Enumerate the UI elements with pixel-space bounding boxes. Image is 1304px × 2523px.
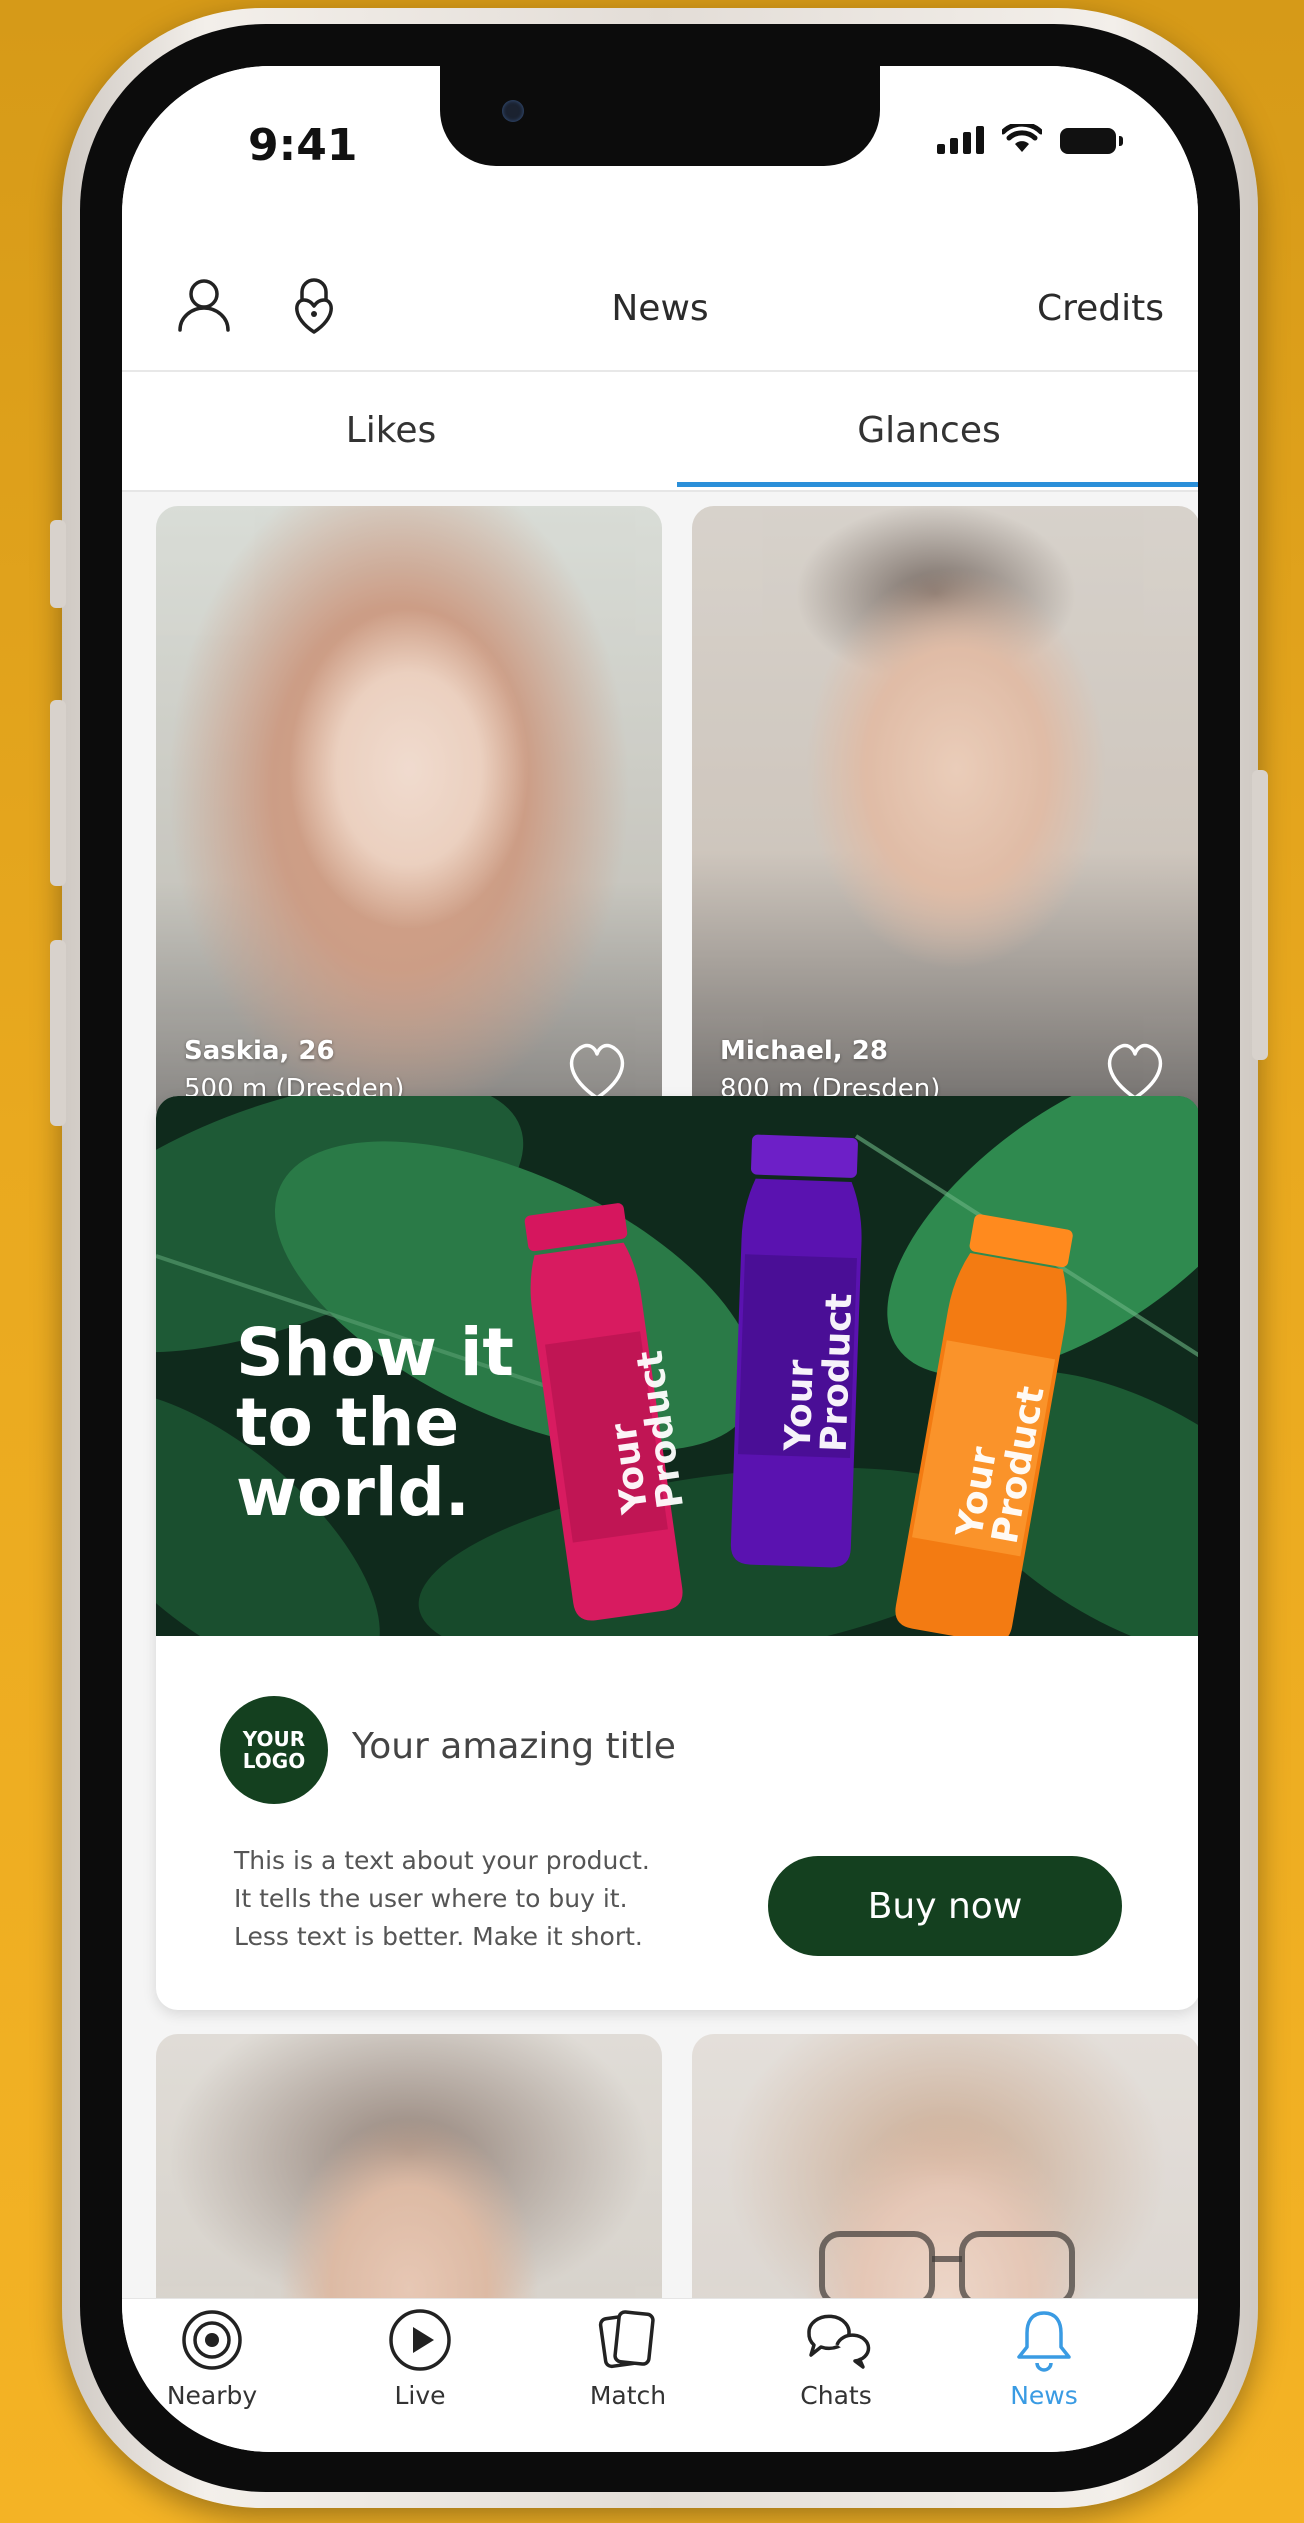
wifi-icon — [1002, 124, 1042, 152]
nav-label: Match — [589, 2381, 667, 2410]
profile-photo — [156, 2034, 662, 2334]
radar-icon — [182, 2310, 242, 2370]
ad-headline: Show it to the world. — [236, 1314, 514, 1531]
bottle-label-purple: Your Product — [777, 1292, 861, 1453]
profile-card-michael[interactable]: Michael, 28 800 m (Dresden) — [692, 506, 1198, 1132]
profile-card-3[interactable] — [156, 2034, 662, 2334]
phone-screen: 9:41 News Credits Likes Glances Saskia, … — [122, 66, 1198, 2452]
phone-power-button — [1252, 770, 1268, 1060]
profile-name: Michael, 28 — [720, 1036, 888, 1066]
app-header: News Credits — [122, 186, 1198, 372]
brand-logo: YOUR LOGO — [220, 1696, 328, 1804]
ad-body-text: This is a text about your product. It te… — [234, 1846, 650, 1951]
credits-link[interactable]: Credits — [1037, 288, 1164, 329]
status-icons — [937, 124, 1123, 154]
tab-likes[interactable]: Likes — [122, 372, 660, 488]
chat-bubbles-icon — [807, 2314, 871, 2369]
active-tab-indicator — [677, 482, 1198, 487]
play-circle-icon — [389, 2309, 451, 2371]
tab-glances[interactable]: Glances — [660, 372, 1198, 488]
ad-banner-image: Your Product Your Product Your Product S… — [156, 1096, 1198, 1636]
cards-icon — [598, 2310, 655, 2369]
tabs: Likes Glances — [122, 372, 1198, 492]
profile-card-4[interactable] — [692, 2034, 1198, 2334]
notch — [440, 66, 880, 166]
heart-icon[interactable] — [562, 1040, 632, 1102]
nav-news[interactable]: News — [954, 2305, 1134, 2410]
phone-volume-up — [50, 700, 66, 886]
cellular-signal-icon — [937, 124, 984, 154]
bottom-navigation: Nearby Live Match Chats News — [122, 2298, 1198, 2452]
buy-now-button[interactable]: Buy now — [768, 1856, 1122, 1956]
ad-title: Your amazing title — [352, 1726, 676, 1767]
nav-nearby[interactable]: Nearby — [122, 2305, 302, 2410]
nav-label: Live — [394, 2381, 446, 2410]
nav-label: Chats — [800, 2381, 872, 2410]
nav-label: Nearby — [166, 2381, 258, 2410]
nav-chats[interactable]: Chats — [746, 2305, 926, 2410]
nav-label: News — [1010, 2381, 1078, 2410]
ad-card[interactable]: Your Product Your Product Your Product S… — [156, 1096, 1198, 2010]
tabs-divider — [122, 490, 1198, 492]
front-camera — [502, 100, 524, 122]
phone-mute-switch — [50, 520, 66, 608]
nav-match[interactable]: Match — [538, 2305, 718, 2410]
glasses-detail — [819, 2231, 1075, 2307]
nav-live[interactable]: Live — [330, 2305, 510, 2410]
battery-icon — [1060, 128, 1123, 154]
status-time: 9:41 — [248, 120, 358, 171]
phone-volume-down — [50, 940, 66, 1126]
profile-name: Saskia, 26 — [184, 1036, 335, 1066]
heart-icon[interactable] — [1100, 1040, 1170, 1102]
profile-card-saskia[interactable]: Saskia, 26 500 m (Dresden) — [156, 506, 662, 1132]
bell-icon — [1017, 2311, 1071, 2372]
